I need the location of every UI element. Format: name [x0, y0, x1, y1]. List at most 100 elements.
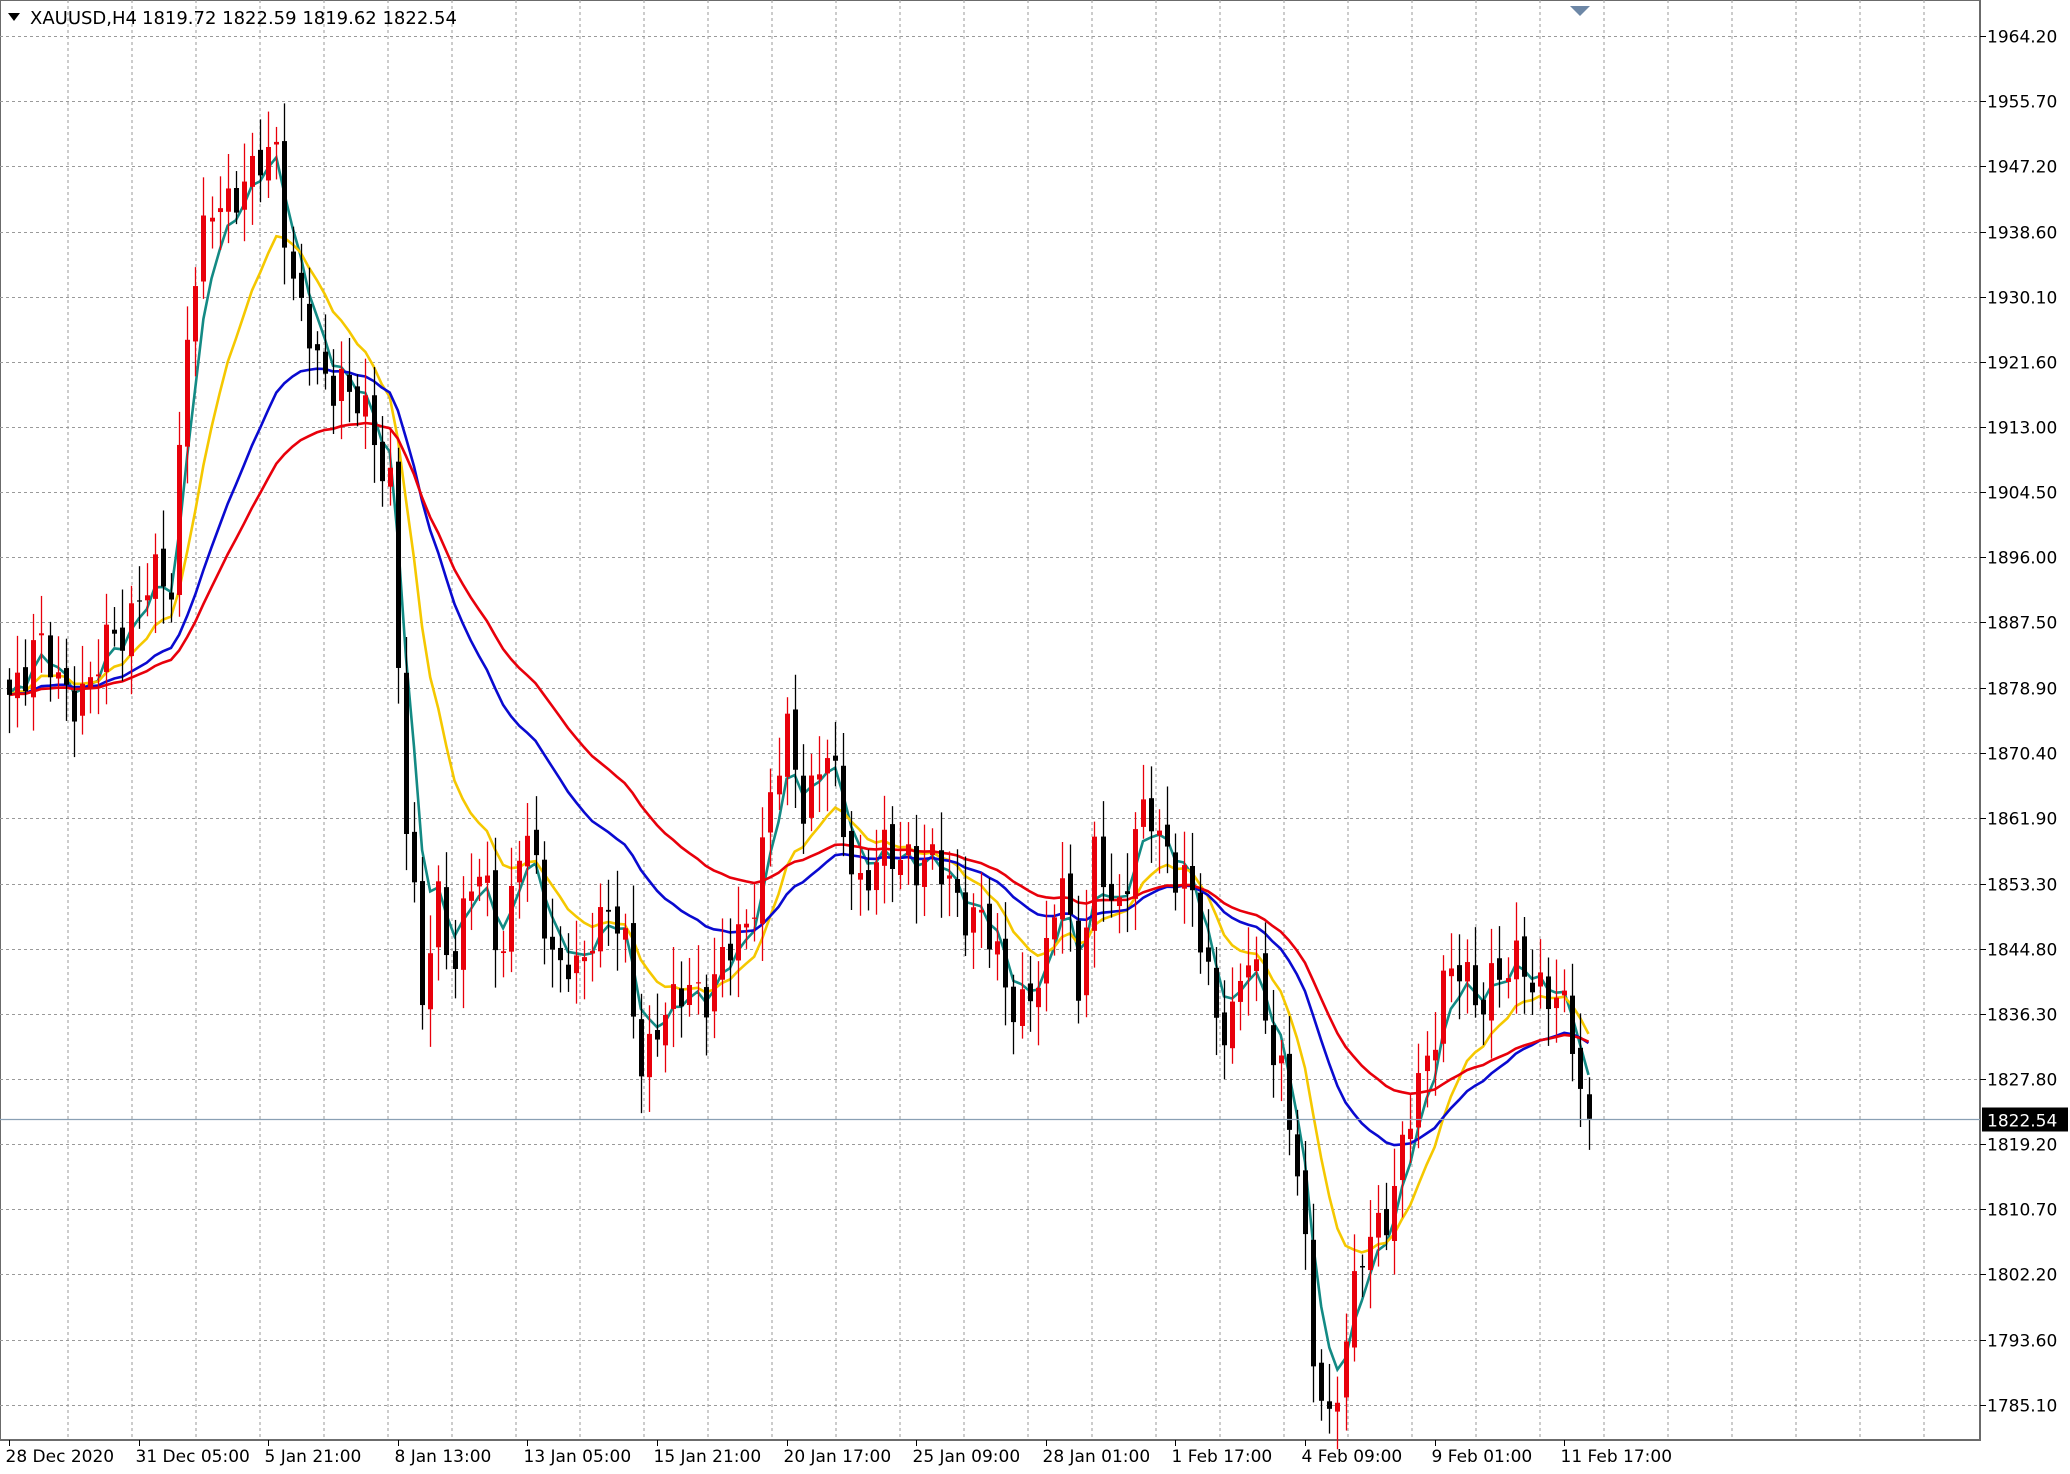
candle-body — [1392, 1186, 1397, 1241]
candle-body — [542, 859, 547, 939]
candle-body — [1441, 970, 1446, 1044]
candle-body — [736, 924, 741, 961]
candle-body — [218, 208, 223, 213]
candle-body — [258, 149, 263, 176]
candle-body — [849, 830, 854, 875]
candle-body — [914, 846, 919, 886]
y-tick-label: 1785.10 — [1987, 1397, 2057, 1417]
candle[interactable] — [396, 447, 401, 704]
candle-body — [1303, 1170, 1308, 1235]
candle-body — [210, 217, 215, 222]
candle-body — [96, 674, 101, 677]
candle[interactable] — [420, 857, 425, 1030]
candle-body — [777, 775, 782, 795]
y-tick-label: 1844.80 — [1987, 941, 2057, 961]
candle-body — [671, 984, 676, 1010]
candle-body — [1449, 968, 1454, 977]
candle-body — [56, 672, 61, 679]
plot-area[interactable] — [0, 0, 1981, 1441]
candle-body — [744, 923, 749, 928]
y-tick-label: 1904.50 — [1987, 484, 2057, 504]
candle-body — [1222, 1012, 1227, 1046]
candle-body — [120, 627, 125, 651]
candle-body — [833, 755, 838, 761]
x-tick-label: 8 Jan 13:00 — [395, 1447, 492, 1467]
candle-body — [793, 709, 798, 770]
chart-root: 1964.20 1955.70 1947.20 1938.60 1930.10 1921.… — [0, 0, 2070, 1470]
x-tick-label: 11 Feb 17:00 — [1561, 1447, 1673, 1467]
candle-body — [137, 600, 142, 602]
candle-body — [161, 548, 166, 587]
candle-body — [80, 683, 85, 716]
candle-body — [388, 467, 393, 487]
candle-body — [250, 155, 255, 187]
candle-body — [525, 835, 530, 867]
candle-body — [226, 188, 231, 212]
y-tick-label: 1793.60 — [1987, 1332, 2057, 1352]
candle-body — [1368, 1236, 1373, 1271]
candle-body — [1173, 852, 1178, 893]
candle-body — [866, 870, 871, 891]
candle-body — [469, 891, 474, 901]
candle-body — [1141, 799, 1146, 827]
candle-body — [1246, 965, 1251, 978]
y-tick-label: 1887.50 — [1987, 614, 2057, 634]
candle-body — [1384, 1209, 1389, 1236]
candle-body — [299, 272, 304, 298]
current-price-label: 1822.54 — [1987, 1112, 2057, 1132]
candle-body — [639, 1019, 644, 1077]
y-tick-label: 1853.30 — [1987, 876, 2057, 896]
candle-body — [509, 885, 514, 952]
price-chart[interactable]: 1964.20 1955.70 1947.20 1938.60 1930.10 1921.… — [0, 0, 2070, 1470]
candle-body — [420, 881, 425, 1006]
candle-body — [1538, 972, 1543, 987]
y-tick-label: 1913.00 — [1987, 419, 2057, 439]
candle-body — [1546, 976, 1551, 1010]
candle-body — [817, 774, 822, 780]
y-tick-label: 1955.70 — [1987, 93, 2057, 113]
candle-body — [858, 873, 863, 880]
candle-body — [1506, 978, 1511, 982]
y-tick-label: 1878.90 — [1987, 680, 2057, 700]
candle-body — [922, 859, 927, 887]
candle-body — [48, 635, 53, 678]
candle-body — [1020, 989, 1025, 1026]
candle-body — [1157, 830, 1162, 836]
x-tick-label: 25 Jan 09:00 — [913, 1447, 1021, 1467]
candle-body — [1554, 997, 1559, 1009]
y-tick-label: 1802.20 — [1987, 1266, 2057, 1286]
candle-body — [1028, 983, 1033, 1002]
candle-body — [1530, 982, 1535, 993]
x-tick-label: 13 Jan 05:00 — [524, 1447, 632, 1467]
candle-body — [574, 955, 579, 974]
candle-body — [7, 679, 12, 695]
candle-body — [598, 907, 603, 952]
x-tick-label: 20 Jan 17:00 — [784, 1447, 892, 1467]
candle-body — [1587, 1094, 1592, 1119]
candle-body — [558, 947, 563, 961]
candle-body — [274, 141, 279, 145]
candle-body — [566, 964, 571, 980]
ohlc-values: 1819.72 1822.59 1819.62 1822.54 — [142, 8, 457, 29]
candle-body — [825, 758, 830, 774]
candle-body — [444, 887, 449, 956]
candle-body — [185, 339, 190, 447]
candle-body — [712, 974, 717, 1012]
candle-body — [663, 1014, 668, 1046]
candle-body — [809, 775, 814, 818]
x-tick-label: 15 Jan 21:00 — [654, 1447, 762, 1467]
candle-body — [1311, 1239, 1316, 1367]
x-tick-label: 9 Feb 01:00 — [1432, 1447, 1533, 1467]
candle-body — [1352, 1271, 1357, 1348]
candle-body — [1522, 936, 1527, 977]
x-tick-label: 28 Jan 01:00 — [1043, 1447, 1151, 1467]
candle-body — [987, 903, 992, 950]
candle-body — [1149, 798, 1154, 832]
candle-body — [291, 251, 296, 279]
candle-body — [606, 909, 611, 912]
y-tick-label: 1810.70 — [1987, 1201, 2057, 1221]
candle-body — [696, 982, 701, 984]
candle-body — [1036, 987, 1041, 1008]
candle-body — [169, 592, 174, 600]
y-tick-label: 1947.20 — [1987, 158, 2057, 178]
